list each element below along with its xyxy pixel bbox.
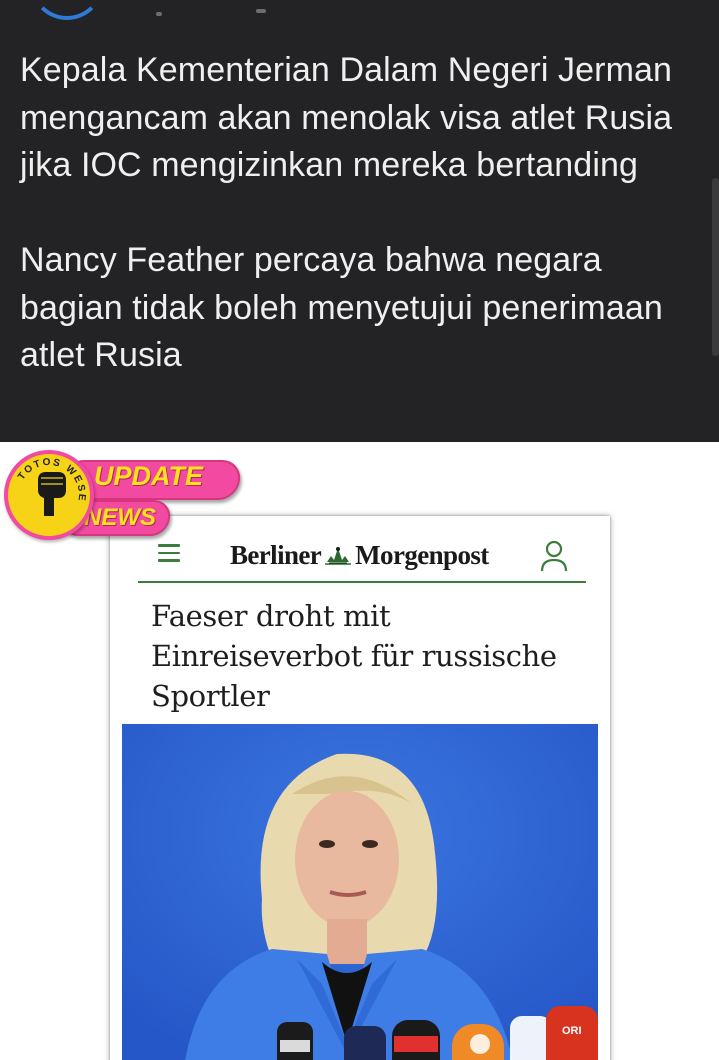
brand-logo: Berliner Morgenpost	[230, 540, 489, 571]
speaker-photo-illustration: ORI	[122, 724, 598, 1060]
post-paragraph: Kepala Kementerian Dalam Negeri Jerman m…	[20, 51, 673, 184]
post-body: Kepala Kementerian Dalam Negeri Jerman m…	[20, 47, 700, 380]
bear-emblem-icon	[325, 547, 352, 565]
post-paragraph: Nancy Feather percaya bahwa negara bagia…	[20, 241, 663, 374]
avatar-ring-partial[interactable]	[30, 0, 104, 20]
header-partial-text	[256, 9, 266, 13]
mic-flag-label: ORI	[562, 1025, 582, 1037]
header-divider	[138, 581, 586, 583]
fist-logo-icon: TOTOS WESE	[4, 450, 94, 540]
user-account-icon	[540, 540, 568, 572]
article-headline: Faeser droht mit Einreiseverbot für russ…	[151, 599, 557, 713]
brand-name-right: Morgenpost	[355, 540, 489, 570]
badge-update-label: UPDATE	[94, 461, 204, 491]
post-text-panel: Kepala Kementerian Dalam Negeri Jerman m…	[0, 0, 719, 442]
article-screenshot-card: Berliner Morgenpost Faeser droht mit Ein…	[110, 516, 610, 1060]
update-news-badge: UPDATE NEWS TOTOS WESE	[0, 442, 250, 552]
post-image[interactable]: Berliner Morgenpost Faeser droht mit Ein…	[0, 442, 719, 1060]
scrollbar-thumb[interactable]	[712, 178, 719, 356]
badge-news-label: NEWS	[84, 504, 156, 531]
header-partial-text	[156, 12, 162, 16]
article-photo: ORI	[122, 724, 598, 1060]
